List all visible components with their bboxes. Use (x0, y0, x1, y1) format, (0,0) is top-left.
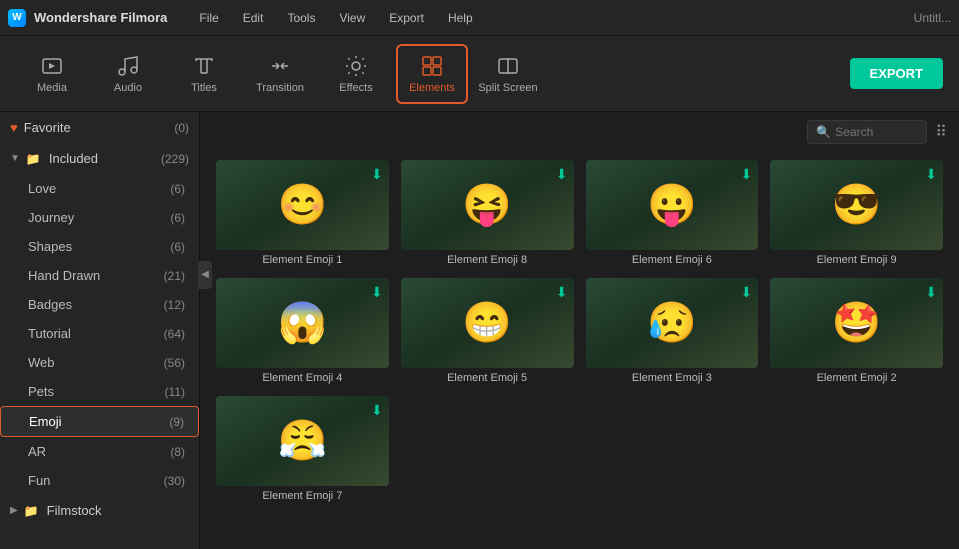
grid-view-icon[interactable]: ⠿ (935, 122, 947, 142)
download-icon-4: ⬇ (371, 284, 383, 301)
main-layout: ♥ Favorite (0) ▼ 📁 Included (229) Love (… (0, 112, 959, 549)
sidebar-item-ar[interactable]: AR (8) (0, 437, 199, 466)
grid-item-7[interactable]: 😤 ⬇ Element Emoji 7 (216, 396, 389, 502)
sidebar-item-pets[interactable]: Pets (11) (0, 377, 199, 406)
grid-item-6[interactable]: 😛 ⬇ Element Emoji 6 (586, 160, 759, 266)
grid-label-9: Element Emoji 9 (770, 254, 943, 266)
menu-export[interactable]: Export (381, 11, 432, 25)
grid-label-5: Element Emoji 5 (401, 372, 574, 384)
grid-item-5[interactable]: 😁 ⬇ Element Emoji 5 (401, 278, 574, 384)
toolbar-btn-splitscreen[interactable]: Split Screen (472, 44, 544, 104)
download-icon-2: ⬇ (925, 284, 937, 301)
app-logo: W (8, 9, 26, 27)
grid-thumb-2: 🤩 ⬇ (770, 278, 943, 368)
sidebar-item-included[interactable]: ▼ 📁 Included (229) (0, 143, 199, 174)
toolbar-btn-elements[interactable]: Elements (396, 44, 468, 104)
grid-label-1: Element Emoji 1 (216, 254, 389, 266)
grid-item-9[interactable]: 😎 ⬇ Element Emoji 9 (770, 160, 943, 266)
menu-tools[interactable]: Tools (279, 11, 323, 25)
download-icon-6: ⬇ (741, 166, 753, 183)
grid-item-3[interactable]: 😥 ⬇ Element Emoji 3 (586, 278, 759, 384)
titlebar: W Wondershare Filmora File Edit Tools Vi… (0, 0, 959, 36)
grid-label-7: Element Emoji 7 (216, 490, 389, 502)
elements-grid: 😊 ⬇ Element Emoji 1 😝 ⬇ Element Emoji 8 … (200, 152, 959, 549)
heart-icon: ♥ (10, 120, 18, 135)
export-button[interactable]: EXPORT (850, 58, 943, 89)
download-icon-7: ⬇ (371, 402, 383, 419)
grid-label-2: Element Emoji 2 (770, 372, 943, 384)
grid-label-6: Element Emoji 6 (586, 254, 759, 266)
grid-thumb-1: 😊 ⬇ (216, 160, 389, 250)
sidebar-item-love[interactable]: Love (6) (0, 174, 199, 203)
grid-label-8: Element Emoji 8 (401, 254, 574, 266)
chevron-right-icon: ▶ (10, 505, 18, 516)
sidebar: ♥ Favorite (0) ▼ 📁 Included (229) Love (… (0, 112, 200, 549)
sidebar-item-shapes[interactable]: Shapes (6) (0, 232, 199, 261)
toolbar-btn-audio[interactable]: Audio (92, 44, 164, 104)
sidebar-item-fun[interactable]: Fun (30) (0, 466, 199, 495)
download-icon-5: ⬇ (556, 284, 568, 301)
grid-thumb-6: 😛 ⬇ (586, 160, 759, 250)
grid-thumb-3: 😥 ⬇ (586, 278, 759, 368)
window-title: Untitl... (914, 11, 951, 25)
chevron-down-icon: ▼ (10, 153, 20, 164)
download-icon-3: ⬇ (741, 284, 753, 301)
download-icon-1: ⬇ (371, 166, 383, 183)
toolbar-btn-media[interactable]: Media (16, 44, 88, 104)
grid-item-2[interactable]: 🤩 ⬇ Element Emoji 2 (770, 278, 943, 384)
sidebar-item-tutorial[interactable]: Tutorial (64) (0, 319, 199, 348)
sidebar-item-web[interactable]: Web (56) (0, 348, 199, 377)
grid-thumb-4: 😱 ⬇ (216, 278, 389, 368)
download-icon-8: ⬇ (556, 166, 568, 183)
sidebar-item-hand-drawn[interactable]: Hand Drawn (21) (0, 261, 199, 290)
folder-icon-filmstock: 📁 (24, 504, 39, 518)
grid-item-4[interactable]: 😱 ⬇ Element Emoji 4 (216, 278, 389, 384)
menu-view[interactable]: View (331, 11, 373, 25)
grid-item-1[interactable]: 😊 ⬇ Element Emoji 1 (216, 160, 389, 266)
toolbar-btn-titles[interactable]: Titles (168, 44, 240, 104)
search-icon: 🔍 (816, 125, 831, 139)
grid-thumb-5: 😁 ⬇ (401, 278, 574, 368)
grid-label-4: Element Emoji 4 (216, 372, 389, 384)
sidebar-item-journey[interactable]: Journey (6) (0, 203, 199, 232)
menu-file[interactable]: File (191, 11, 226, 25)
grid-thumb-7: 😤 ⬇ (216, 396, 389, 486)
menu-edit[interactable]: Edit (235, 11, 272, 25)
toolbar-btn-transition[interactable]: Transition (244, 44, 316, 104)
download-icon-9: ⬇ (925, 166, 937, 183)
folder-icon: 📁 (26, 152, 41, 166)
toolbar: Media Audio Titles Transition Effects El… (0, 36, 959, 112)
sidebar-collapse-arrow[interactable]: ◀ (198, 261, 212, 289)
content-area: 🔍 ⠿ 😊 ⬇ Element Emoji 1 😝 ⬇ Element Emoj… (200, 112, 959, 549)
app-name: Wondershare Filmora (34, 10, 167, 25)
toolbar-btn-effects[interactable]: Effects (320, 44, 392, 104)
search-input-wrap[interactable]: 🔍 (807, 120, 927, 144)
sidebar-item-favorite[interactable]: ♥ Favorite (0) (0, 112, 199, 143)
sidebar-item-emoji[interactable]: Emoji (9) (0, 406, 199, 437)
sidebar-item-badges[interactable]: Badges (12) (0, 290, 199, 319)
grid-thumb-9: 😎 ⬇ (770, 160, 943, 250)
grid-thumb-8: 😝 ⬇ (401, 160, 574, 250)
grid-label-3: Element Emoji 3 (586, 372, 759, 384)
sidebar-item-filmstock[interactable]: ▶ 📁 Filmstock (0, 495, 199, 526)
grid-item-8[interactable]: 😝 ⬇ Element Emoji 8 (401, 160, 574, 266)
search-bar: 🔍 ⠿ (200, 112, 959, 152)
search-input[interactable] (835, 125, 915, 139)
menu-help[interactable]: Help (440, 11, 481, 25)
